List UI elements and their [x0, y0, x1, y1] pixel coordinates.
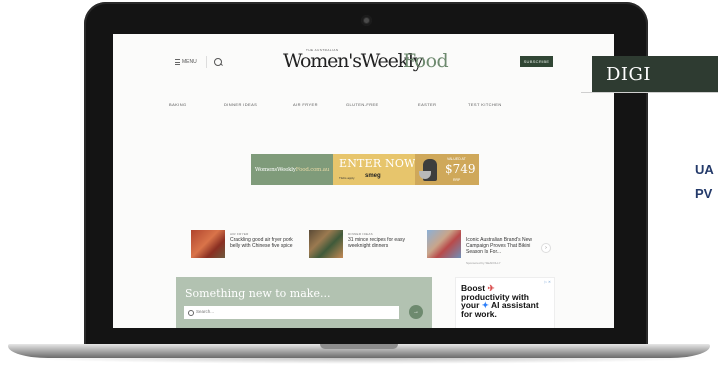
ad-box[interactable]: ▷ ✕ Boost ✈ productivity with your ✦ AI … [455, 277, 555, 328]
banner-cta-panel: ENTER NOW T&Cs apply smeg [333, 154, 415, 185]
promo-rule [581, 92, 718, 93]
banner-sponsor: smeg [365, 173, 381, 179]
ad-line-3b: AI assistant [490, 300, 539, 310]
carousel-next-button[interactable]: › [541, 243, 551, 253]
card-category: DINNER IDEAS [348, 232, 373, 236]
menu-button[interactable]: MENU [175, 57, 203, 67]
nav-item-dinner-ideas[interactable]: DINNER IDEAS [224, 102, 257, 107]
card-sponsored: Sponsored by SEAFOLLY [466, 261, 501, 265]
search-panel-heading: Something new to make... [185, 287, 331, 300]
recipe-cards: AIR FRYER Crackling good air fryer pork … [191, 230, 551, 270]
promo-line-2: PV [695, 186, 713, 201]
search-input[interactable]: Search... [184, 306, 399, 319]
search-icon [188, 310, 194, 316]
logo-primary: Women'sWeekly [283, 50, 424, 72]
promo-title: DIGI [606, 64, 652, 85]
header-divider [206, 56, 207, 68]
ad-copy: Boost ✈ productivity with your ✦ AI assi… [461, 283, 539, 319]
subscribe-button[interactable]: SUBSCRIBE [520, 56, 553, 67]
card-title: Iconic Australian Brand's New Campaign P… [466, 237, 532, 255]
list-item[interactable]: DINNER IDEAS 31 mince recipes for easy w… [309, 230, 427, 266]
banner-price: $749 [445, 162, 476, 176]
recipe-search-panel: Something new to make... Search... → [176, 277, 432, 328]
banner-brand-suffix: Food.com.au [295, 166, 330, 173]
hamburger-icon [175, 59, 180, 65]
nav-item-baking[interactable]: BAKING [169, 102, 187, 107]
laptop-base-notch [320, 344, 398, 349]
search-submit-button[interactable]: → [409, 305, 423, 319]
ad-line-4: for work. [461, 308, 497, 319]
nav-item-gluten-free[interactable]: GLUTEN-FREE [346, 102, 379, 107]
banner-brand: WomensWeekly Food.com.au [251, 154, 333, 185]
nav-item-easter[interactable]: EASTER [418, 102, 436, 107]
banner-small-print: T&Cs apply [339, 176, 355, 180]
card-title: Crackling good air fryer pork belly with… [230, 237, 293, 249]
main-nav: BAKING DINNER IDEAS AIR FRYER GLUTEN-FRE… [113, 102, 614, 112]
promo-banner[interactable]: WomensWeekly Food.com.au ENTER NOW T&Cs a… [251, 154, 479, 185]
list-item[interactable]: AIR FRYER Crackling good air fryer pork … [191, 230, 309, 266]
laptop-screen: MENU THE AUSTRALIAN Women'sWeekly Food S… [113, 34, 614, 328]
card-thumbnail [191, 230, 225, 258]
search-icon[interactable] [214, 58, 222, 66]
webcam-icon [361, 15, 372, 26]
card-thumbnail [427, 230, 461, 258]
menu-label: MENU [182, 59, 197, 65]
logo-secondary: Food [403, 50, 449, 72]
card-thumbnail [309, 230, 343, 258]
list-item[interactable]: Iconic Australian Brand's New Campaign P… [427, 230, 547, 266]
banner-rrp: RRP [453, 178, 461, 182]
card-category: AIR FRYER [230, 232, 249, 236]
banner-valued-label: VALUED AT [447, 157, 466, 161]
nav-item-air-fryer[interactable]: AIR FRYER [293, 102, 318, 107]
stand-mixer-icon [419, 159, 437, 181]
nav-item-test-kitchen[interactable]: TEST KITCHEN [468, 102, 502, 107]
banner-brand-text: WomensWeekly [254, 166, 296, 173]
banner-cta[interactable]: ENTER NOW [339, 157, 416, 170]
site-logo[interactable]: THE AUSTRALIAN Women'sWeekly Food [283, 48, 453, 74]
promo-line-1: UA [695, 162, 714, 177]
search-placeholder: Search... [196, 309, 215, 314]
banner-prize-panel: VALUED AT $749 RRP [415, 154, 479, 185]
site-header: MENU THE AUSTRALIAN Women'sWeekly Food S… [113, 34, 614, 92]
card-title: 31 mince recipes for easy weeknight dinn… [348, 237, 405, 249]
